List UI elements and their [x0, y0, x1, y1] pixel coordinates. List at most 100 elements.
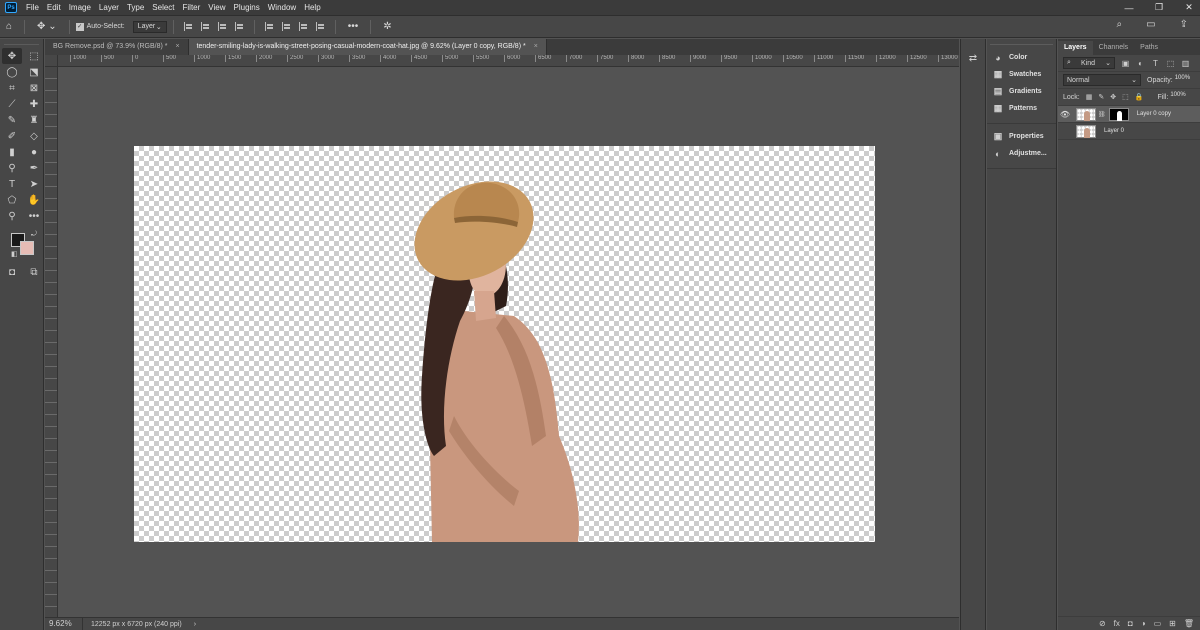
home-icon[interactable]: ⌂	[6, 21, 12, 32]
menu-view[interactable]: View	[204, 0, 229, 15]
align-left-icon[interactable]	[183, 22, 193, 31]
panel-properties[interactable]: ▣ Properties	[987, 128, 1056, 145]
background-color-swatch[interactable]	[20, 241, 34, 255]
blur-tool-icon[interactable]: ●	[24, 144, 44, 160]
object-selection-tool-icon[interactable]: ⬔	[24, 64, 44, 80]
tab-tender-smiling-lady[interactable]: tender-smiling-lady-is-walking-street-po…	[188, 39, 547, 55]
move-tool-preset-icon[interactable]: ✥ ⌄	[37, 21, 57, 32]
align-center-h-icon[interactable]	[200, 22, 210, 31]
distribute-center-icon[interactable]	[281, 22, 291, 31]
auto-select-target-dropdown[interactable]: Layer ⌄	[132, 20, 167, 33]
opacity-field[interactable]: 100%	[1175, 75, 1193, 85]
lasso-tool-icon[interactable]: ◯	[2, 64, 22, 80]
menu-help[interactable]: Help	[300, 0, 324, 15]
panel-gradients[interactable]: ▤ Gradients	[987, 83, 1056, 100]
gradient-tool-icon[interactable]: ▮	[2, 144, 22, 160]
tab-paths[interactable]: Paths	[1134, 41, 1164, 55]
screen-mode-icon[interactable]: ⧉	[24, 264, 44, 280]
hand-tool-icon[interactable]: ✋	[24, 192, 44, 208]
panel-patterns[interactable]: ▦ Patterns	[987, 100, 1056, 117]
fill-field[interactable]: 100%	[1170, 92, 1188, 102]
workspace-icon[interactable]: ▭	[1146, 19, 1155, 30]
menu-file[interactable]: File	[22, 0, 43, 15]
lock-transparent-icon[interactable]: ▦	[1086, 93, 1093, 101]
menu-edit[interactable]: Edit	[43, 0, 65, 15]
shape-tool-icon[interactable]: ⬠	[2, 192, 22, 208]
brush-tool-icon[interactable]: ✎	[2, 112, 22, 128]
menu-image[interactable]: Image	[65, 0, 95, 15]
adjustment-layer-icon[interactable]: ◑	[1141, 619, 1146, 628]
crop-tool-icon[interactable]: ⌗	[2, 80, 22, 96]
fx-icon[interactable]: fx	[1114, 619, 1120, 628]
panel-color[interactable]: ◕ Color	[987, 49, 1056, 66]
share-icon[interactable]: ⇪	[1180, 19, 1188, 30]
align-top-icon[interactable]	[234, 22, 244, 31]
trash-icon[interactable]: 🗑	[1184, 619, 1194, 628]
menu-layer[interactable]: Layer	[95, 0, 123, 15]
restore-button[interactable]: ❐	[1154, 2, 1164, 13]
more-options-button[interactable]: •••	[348, 21, 359, 32]
close-icon[interactable]: ×	[175, 39, 179, 55]
adjustment-filter-icon[interactable]: ◐	[1136, 59, 1145, 68]
history-panel-icon[interactable]: ⇄	[964, 53, 982, 71]
default-colors-icon[interactable]: ◧	[11, 250, 18, 258]
eraser-tool-icon[interactable]: ◇	[24, 128, 44, 144]
eyedropper-tool-icon[interactable]: ⟋	[2, 96, 22, 112]
shape-filter-icon[interactable]: ⬚	[1166, 59, 1175, 68]
tab-channels[interactable]: Channels	[1093, 41, 1135, 55]
distribute-right-icon[interactable]	[298, 22, 308, 31]
type-filter-icon[interactable]: T	[1151, 59, 1160, 68]
link-icon[interactable]: ⛓	[1098, 111, 1106, 118]
tab-layers[interactable]: Layers	[1058, 41, 1093, 55]
move-tool-icon[interactable]: ✥	[2, 48, 22, 64]
search-icon[interactable]: ⌕	[1117, 19, 1123, 30]
menu-plugins[interactable]: Plugins	[230, 0, 264, 15]
distribute-left-icon[interactable]	[264, 22, 274, 31]
distribute-spacing-icon[interactable]	[315, 22, 325, 31]
quick-mask-icon[interactable]: ◘	[2, 264, 22, 280]
ruler-corner[interactable]	[45, 55, 58, 67]
blend-mode-dropdown[interactable]: Normal ⌄	[1063, 74, 1141, 86]
healing-brush-tool-icon[interactable]: ✚	[24, 96, 44, 112]
lock-all-icon[interactable]: 🔒	[1135, 93, 1144, 101]
gear-icon[interactable]: ✲	[383, 21, 391, 32]
tab-bg-remove[interactable]: BG Remove.psd @ 73.9% (RGB/8) * ×	[45, 39, 189, 55]
eye-icon[interactable]: 👁	[1058, 110, 1072, 119]
lock-position-icon[interactable]: ✥	[1110, 93, 1116, 101]
more-tools-icon[interactable]: •••	[24, 208, 44, 224]
lock-image-icon[interactable]: ✎	[1098, 93, 1104, 101]
panel-adjustments[interactable]: ◐ Adjustme...	[987, 145, 1056, 162]
pen-tool-icon[interactable]: ✒	[24, 160, 44, 176]
smart-object-filter-icon[interactable]: ▥	[1181, 59, 1190, 68]
close-window-button[interactable]: ✕	[1184, 2, 1194, 13]
add-mask-icon[interactable]: ◘	[1128, 619, 1133, 628]
minimize-button[interactable]: —	[1124, 3, 1134, 13]
path-selection-tool-icon[interactable]: ➤	[24, 176, 44, 192]
panel-swatches[interactable]: ▦ Swatches	[987, 66, 1056, 83]
layer-row-layer-0-copy[interactable]: 👁 ⛓ Layer 0 copy	[1058, 106, 1200, 123]
zoom-tool-icon[interactable]: ⚲	[2, 208, 22, 224]
align-right-icon[interactable]	[217, 22, 227, 31]
swap-colors-icon[interactable]: ⤾	[31, 231, 37, 239]
new-layer-icon[interactable]: ⊞	[1169, 619, 1176, 628]
menu-select[interactable]: Select	[148, 0, 178, 15]
canvas-workspace[interactable]	[58, 67, 959, 617]
frame-tool-icon[interactable]: ⊠	[24, 80, 44, 96]
new-group-icon[interactable]: ▭	[1154, 619, 1162, 628]
marquee-tool-icon[interactable]: ⬚	[24, 48, 44, 64]
pixel-filter-icon[interactable]: ▣	[1121, 59, 1130, 68]
link-layers-icon[interactable]: ⊘	[1099, 619, 1106, 628]
horizontal-ruler[interactable]: 1000 500 0 500 1000 1500 2000 2500 3000 3500 4000 4…	[58, 55, 959, 67]
document-canvas[interactable]	[134, 146, 875, 542]
history-brush-tool-icon[interactable]: ✐	[2, 128, 22, 144]
vertical-ruler[interactable]	[45, 67, 58, 617]
layer-row-layer-0[interactable]: Layer 0	[1058, 123, 1200, 140]
zoom-level[interactable]: 9.62%	[45, 617, 83, 630]
lock-artboard-icon[interactable]: ⬚	[1122, 93, 1129, 101]
menu-type[interactable]: Type	[123, 0, 148, 15]
status-menu-arrow[interactable]: ›	[194, 621, 196, 628]
menu-filter[interactable]: Filter	[179, 0, 205, 15]
layer-mask-thumbnail[interactable]	[1108, 107, 1129, 121]
kind-filter-dropdown[interactable]: ⌕ Kind ⌄	[1063, 57, 1115, 69]
close-icon[interactable]: ×	[534, 39, 538, 55]
